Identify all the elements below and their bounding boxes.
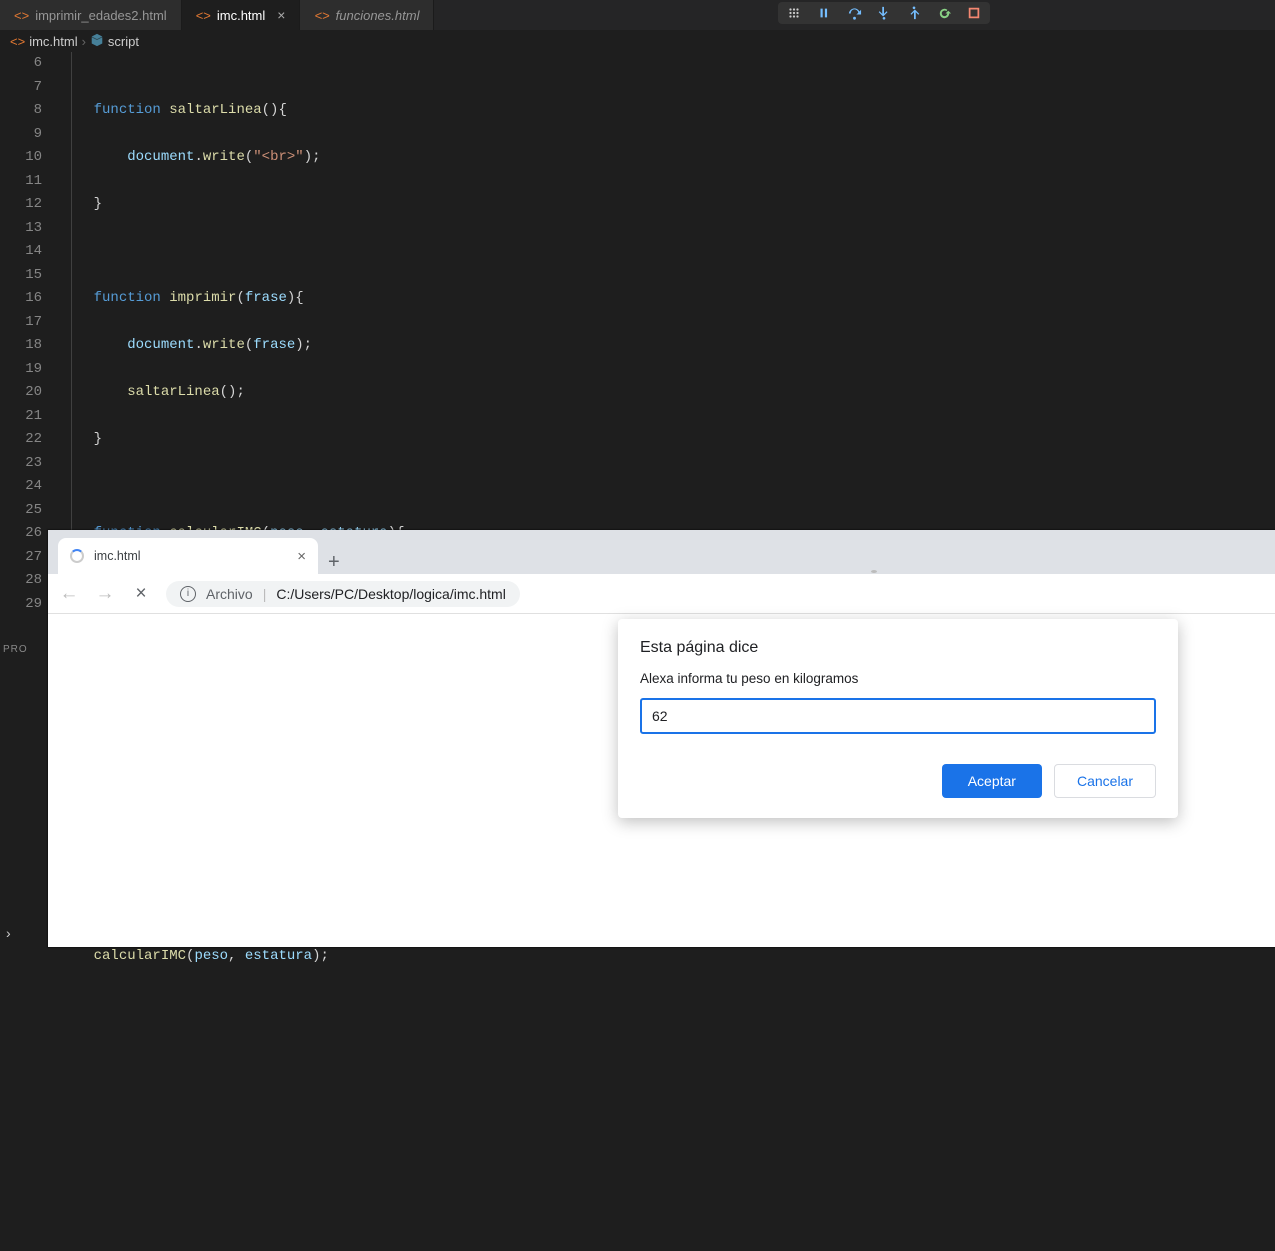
editor-tab-funciones[interactable]: <> funciones.html <box>300 0 434 30</box>
html-file-icon: <> <box>314 8 329 23</box>
html-file-icon: <> <box>10 34 25 49</box>
browser-tab-title: imc.html <box>94 549 141 563</box>
dialog-title: Esta página dice <box>640 639 1156 657</box>
stop-icon[interactable] <box>966 5 982 21</box>
breadcrumb-symbol[interactable]: script <box>108 34 139 49</box>
step-over-icon[interactable] <box>846 5 862 21</box>
stop-reload-button[interactable]: × <box>130 583 152 605</box>
separator: | <box>263 586 267 602</box>
js-prompt-dialog: Esta página dice Alexa informa tu peso e… <box>618 619 1178 818</box>
editor-tab-imprimir-edades2[interactable]: <> imprimir_edades2.html <box>0 0 182 30</box>
forward-button[interactable]: → <box>94 583 116 605</box>
step-into-icon[interactable] <box>876 5 892 21</box>
dialog-input[interactable] <box>640 698 1156 734</box>
browser-viewport: Esta página dice Alexa informa tu peso e… <box>48 614 1275 947</box>
editor-tab-imc[interactable]: <> imc.html × <box>182 0 301 30</box>
browser-tab-imc[interactable]: imc.html × <box>58 538 318 574</box>
loading-spinner-icon <box>70 549 84 563</box>
browser-tab-bar: imc.html × + <box>48 530 1275 574</box>
back-button[interactable]: ← <box>58 583 80 605</box>
restart-icon[interactable] <box>936 5 952 21</box>
close-icon[interactable]: × <box>297 548 306 565</box>
address-bar[interactable]: i Archivo | C:/Users/PC/Desktop/logica/i… <box>166 581 520 607</box>
html-file-icon: <> <box>14 8 29 23</box>
pause-icon[interactable] <box>816 5 832 21</box>
browser-window: imc.html × + ← → × i Archivo | C:/Users/… <box>48 530 1275 947</box>
address-scheme: Archivo <box>206 586 253 602</box>
editor-tab-label: imc.html <box>217 8 265 23</box>
cancel-button[interactable]: Cancelar <box>1054 764 1156 798</box>
drag-handle-icon[interactable] <box>786 5 802 21</box>
new-tab-button[interactable]: + <box>318 551 350 574</box>
address-path: C:/Users/PC/Desktop/logica/imc.html <box>276 586 506 602</box>
browser-toolbar: ← → × i Archivo | C:/Users/PC/Desktop/lo… <box>48 574 1275 614</box>
terminal-chevron-icon[interactable]: › <box>6 925 11 941</box>
symbol-icon <box>90 33 104 50</box>
site-info-icon[interactable]: i <box>180 586 196 602</box>
html-file-icon: <> <box>196 8 211 23</box>
dialog-actions: Aceptar Cancelar <box>640 764 1156 798</box>
close-icon[interactable]: × <box>277 7 285 23</box>
chevron-right-icon: › <box>82 34 86 49</box>
breadcrumb-file[interactable]: imc.html <box>29 34 77 49</box>
debug-toolbar <box>778 2 990 24</box>
accept-button[interactable]: Aceptar <box>942 764 1042 798</box>
breadcrumb: <> imc.html › script <box>0 30 1275 52</box>
step-out-icon[interactable] <box>906 5 922 21</box>
editor-tab-label: imprimir_edades2.html <box>35 8 167 23</box>
editor-tab-bar: <> imprimir_edades2.html <> imc.html × <… <box>0 0 1275 30</box>
editor-tab-label: funciones.html <box>336 8 420 23</box>
dialog-message: Alexa informa tu peso en kilogramos <box>640 671 1156 686</box>
panel-label: PRO <box>3 644 28 655</box>
